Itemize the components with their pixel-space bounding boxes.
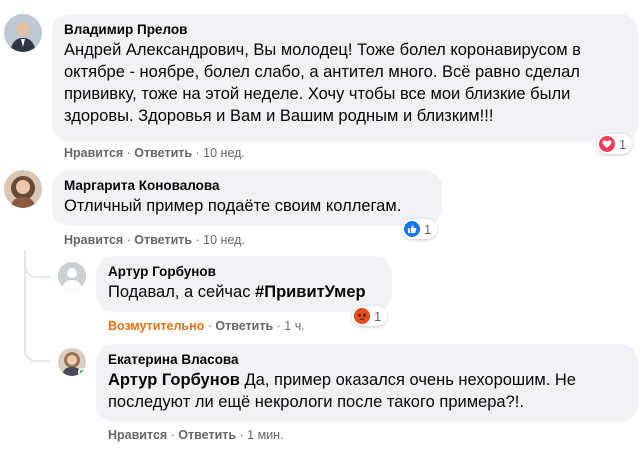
comment-bubble: Екатерина Власова Артур Горбунов Да, при…: [96, 344, 638, 422]
comment-text-line: Да, пример оказался очень нехорошим. Не: [239, 371, 576, 389]
comment-actions: Нравится · Ответить · 1 мин.: [108, 428, 284, 442]
comment-ekaterina: Екатерина Власова Артур Горбунов Да, при…: [0, 0, 640, 450]
comment-timestamp[interactable]: 1 мин.: [247, 428, 283, 442]
reply-button[interactable]: Ответить: [178, 428, 236, 442]
online-status-icon: [78, 368, 86, 376]
separator: ·: [236, 428, 248, 442]
separator: ·: [167, 428, 179, 442]
comment-text-line: последуют ли ещё некрологи после такого …: [108, 393, 524, 411]
comment-text: Артур Горбунов Да, пример оказался очень…: [108, 369, 626, 413]
mention-link[interactable]: Артур Горбунов: [108, 371, 240, 389]
like-button[interactable]: Нравится: [108, 428, 167, 442]
avatar[interactable]: [58, 348, 86, 376]
comment-author[interactable]: Екатерина Власова: [108, 352, 626, 367]
